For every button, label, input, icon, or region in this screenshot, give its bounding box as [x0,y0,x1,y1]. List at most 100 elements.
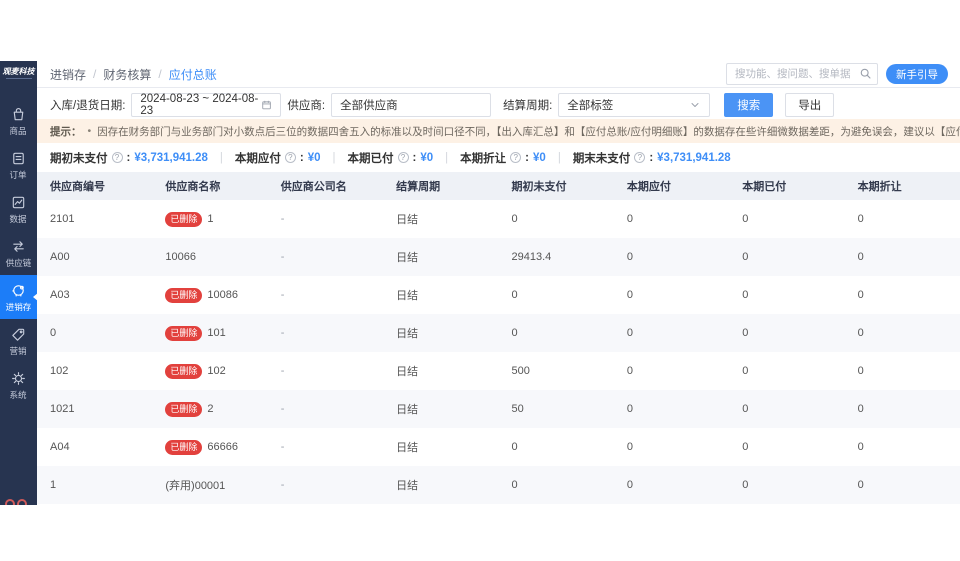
help-icon[interactable]: ? [112,152,123,163]
help-icon[interactable]: ? [634,152,645,163]
deleted-badge: 已删除 [165,326,202,341]
sidebar-item-marketing[interactable]: 营销 [0,319,37,363]
summary-colon: : [525,152,529,164]
period-paid-cell: 0 [729,403,844,415]
deleted-badge: 已删除 [165,364,202,379]
table-header-cell[interactable]: 本期已付 [729,178,844,194]
payable-ledger-table: 供应商编号 供应商名称 供应商公司名 结算周期 期初未支付 本期应付 本期已付 … [37,172,960,504]
notice-prefix: 提示： [50,124,82,139]
period-payable-cell: 0 [614,289,729,301]
sidebar-item-inventory[interactable]: 进销存 [0,275,37,319]
supplier-no-cell: 102 [37,365,152,377]
table-row[interactable]: A03 已删除 10086 - 日结 0 0 0 0 [37,276,960,314]
settle-period-cell: 日结 [383,287,498,303]
breadcrumb-item[interactable]: 进销存 [50,66,86,83]
table-row[interactable]: 0 已删除 101 - 日结 0 0 0 0 [37,314,960,352]
settle-period-cell: 日结 [383,325,498,341]
search-icon [859,67,872,80]
calendar-icon [261,99,272,111]
initial-unpaid-cell: 0 [499,213,614,225]
table-header-cell[interactable]: 供应商编号 [37,178,152,194]
summary-item: 本期已付 ? : ¥0 [348,150,434,166]
settle-period-cell: 日结 [383,477,498,493]
supplier-name: (弃用)00001 [165,477,225,493]
supplier-name-cell: 已删除 10086 [152,288,267,303]
company-name-cell: - [268,441,383,453]
supplier-select[interactable]: 全部供应商 [331,93,491,117]
supplier-select-value: 全部供应商 [340,97,398,113]
company-name-cell: - [268,213,383,225]
sidebar-item-supply-chain[interactable]: 供应链 [0,231,37,275]
breadcrumb-item[interactable]: 财务核算 [103,66,151,83]
sidebar-item-orders[interactable]: 订单 [0,143,37,187]
period-paid-cell: 0 [729,479,844,491]
period-paid-cell: 0 [729,289,844,301]
table-header-cell[interactable]: 结算周期 [383,178,498,194]
help-icon[interactable]: ? [285,152,296,163]
supplier-name-cell: (弃用)00001 [152,477,267,493]
sidebar-item-label: 订单 [10,170,27,180]
supplier-no-cell: A03 [37,289,152,301]
table-row[interactable]: A00 10066 - 日结 29413.4 0 0 0 [37,238,960,276]
global-search-input[interactable] [726,63,878,85]
table-header-cell[interactable]: 本期应付 [614,178,729,194]
deleted-badge: 已删除 [165,402,202,417]
period-discount-cell: 0 [845,479,960,491]
summary-colon: : [413,152,417,164]
help-icon[interactable]: ? [510,152,521,163]
price-tag-icon [10,326,27,343]
table-header-cell[interactable]: 本期折让 [845,178,960,194]
supplier-no-cell: 1021 [37,403,152,415]
summary-label: 本期折让 [460,150,506,166]
table-row[interactable]: 102 已删除 102 - 日结 500 0 0 0 [37,352,960,390]
summary-separator: | [331,152,338,164]
chart-icon [10,194,27,211]
notice-banner: 提示： • 因存在财务部门与业务部门对小数点后三位的数据四舍五入的标准以及时间口… [37,119,960,143]
period-select-value: 全部标签 [567,97,613,113]
period-filter-label: 结算周期: [503,97,552,113]
supplier-no-cell: A04 [37,441,152,453]
supplier-name-cell: 已删除 66666 [152,440,267,455]
help-icon[interactable]: ? [398,152,409,163]
sidebar-item-label: 数据 [10,214,27,224]
company-name-cell: - [268,251,383,263]
table-row[interactable]: A04 已删除 66666 - 日结 0 0 0 0 [37,428,960,466]
table-row[interactable]: 2101 已删除 1 - 日结 0 0 0 0 [37,200,960,238]
initial-unpaid-cell: 0 [499,289,614,301]
table-header-cell[interactable]: 供应商名称 [152,178,267,194]
date-range-value: 2024-08-23 ~ 2024-08-23 [140,93,261,117]
date-range-picker[interactable]: 2024-08-23 ~ 2024-08-23 [131,93,281,117]
company-name-cell: - [268,365,383,377]
sidebar-item-data[interactable]: 数据 [0,187,37,231]
summary-value: ¥0 [533,152,546,164]
app-window: 观麦科技 商品 订单 数据 供应链 进销存 [0,0,960,561]
beginner-guide-button[interactable]: 新手引导 [886,64,948,84]
sidebar-item-goods[interactable]: 商品 [0,99,37,143]
table-body: 2101 已删除 1 - 日结 0 0 0 0 A00 [37,200,960,504]
summary-value: ¥0 [420,152,433,164]
sidebar-item-system[interactable]: 系统 [0,363,37,407]
supplier-name: 10066 [165,251,196,263]
table-row[interactable]: 1 (弃用)00001 - 日结 0 0 0 0 [37,466,960,504]
sidebar-item-label: 供应链 [6,258,32,268]
initial-unpaid-cell: 0 [499,327,614,339]
date-filter-label: 入库/退货日期: [50,97,125,113]
summary-item: 期初未支付 ? : ¥3,731,941.28 [50,150,208,166]
period-paid-cell: 0 [729,441,844,453]
table-header-cell[interactable]: 期初未支付 [499,178,614,194]
company-name-cell: - [268,403,383,415]
period-payable-cell: 0 [614,251,729,263]
order-doc-icon [10,150,27,167]
table-header-row: 供应商编号 供应商名称 供应商公司名 结算周期 期初未支付 本期应付 本期已付 … [37,172,960,200]
notice-bullet: • [88,125,92,137]
table-header-cell[interactable]: 供应商公司名 [268,178,383,194]
summary-separator: | [556,152,563,164]
table-row[interactable]: 1021 已删除 2 - 日结 50 0 0 0 [37,390,960,428]
swap-arrows-icon [10,238,27,255]
search-button[interactable]: 搜索 [724,93,773,117]
period-select[interactable]: 全部标签 [558,93,710,117]
export-button[interactable]: 导出 [785,93,834,117]
summary-separator: | [443,152,450,164]
summary-label: 本期已付 [348,150,394,166]
summary-bar: 期初未支付 ? : ¥3,731,941.28 | 本期应付 ? : ¥0 | … [37,143,960,172]
